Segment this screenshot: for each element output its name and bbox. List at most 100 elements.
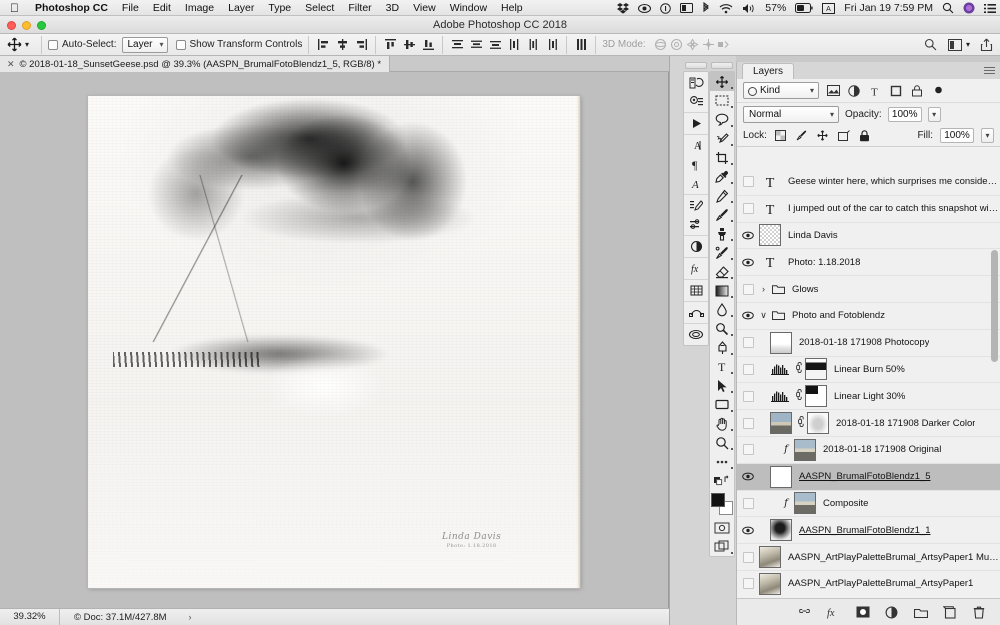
distribute-right-edges-icon[interactable] bbox=[544, 37, 560, 53]
distribute-left-edges-icon[interactable] bbox=[506, 37, 522, 53]
zoom-tool-icon[interactable] bbox=[710, 433, 734, 452]
fill-stepper-icon[interactable]: ▾ bbox=[981, 128, 994, 143]
lock-artboard-nesting-icon[interactable] bbox=[837, 129, 851, 143]
layers-scrollbar[interactable] bbox=[991, 174, 998, 625]
menu-filter[interactable]: Filter bbox=[341, 0, 378, 16]
layer-thumbnail[interactable] bbox=[770, 519, 792, 542]
layer-name[interactable]: AASPN_BrumalFotoBlendz1_1 bbox=[799, 525, 931, 536]
actions-icon[interactable] bbox=[684, 73, 708, 92]
layer-visibility-toggle[interactable] bbox=[737, 578, 759, 590]
layer-thumbnail-group[interactable] bbox=[770, 519, 792, 542]
creative-cloud-icon[interactable] bbox=[684, 325, 708, 344]
panel-menu-icon[interactable] bbox=[984, 65, 995, 74]
filter-pixel-icon[interactable] bbox=[826, 84, 840, 98]
layer-mask-thumbnail[interactable] bbox=[807, 412, 829, 435]
workspace-icon[interactable] bbox=[947, 37, 963, 53]
dodge-tool-icon[interactable] bbox=[710, 319, 734, 338]
layer-thumbnail[interactable] bbox=[770, 465, 792, 488]
layer-effects-icon[interactable]: f bbox=[781, 498, 791, 509]
layer-filter-kind-dropdown[interactable]: Kind bbox=[743, 82, 819, 99]
layer-row[interactable]: AASPN_BrumalFotoBlendz1_5 bbox=[737, 463, 1000, 491]
siri-icon[interactable] bbox=[963, 2, 975, 14]
quick-mask-icon[interactable] bbox=[710, 518, 734, 537]
add-layer-mask-icon[interactable] bbox=[855, 605, 870, 620]
blend-mode-dropdown[interactable]: Normal bbox=[743, 105, 839, 123]
dropbox-icon[interactable] bbox=[617, 2, 630, 14]
layer-row[interactable]: Linear Burn 50% bbox=[737, 357, 1000, 384]
menu-image[interactable]: Image bbox=[178, 0, 221, 16]
quick-selection-tool-icon[interactable] bbox=[710, 129, 734, 148]
panel-drag-handle[interactable] bbox=[685, 62, 707, 69]
lock-position-icon[interactable] bbox=[816, 129, 830, 143]
layer-thumbnail[interactable] bbox=[794, 438, 816, 461]
layer-mask-thumbnail[interactable] bbox=[805, 358, 827, 381]
blur-tool-icon[interactable] bbox=[710, 300, 734, 319]
layer-thumbnail[interactable] bbox=[770, 412, 792, 435]
layer-thumbnail-group[interactable] bbox=[770, 412, 829, 435]
layer-name[interactable]: AASPN_ArtPlayPaletteBrumal_ArtsyPaper1 bbox=[788, 578, 973, 589]
layer-name[interactable]: I jumped out of the car to catch this sn… bbox=[788, 203, 1000, 214]
filter-type-icon[interactable]: T bbox=[868, 84, 882, 98]
play-icon[interactable] bbox=[684, 114, 708, 133]
tool-preset-chevron-icon[interactable]: ▾ bbox=[25, 40, 29, 49]
tools-drag-handle[interactable] bbox=[711, 62, 733, 69]
layer-name[interactable]: Geese winter here, which surprises me co… bbox=[788, 176, 1000, 187]
layer-visibility-toggle[interactable] bbox=[737, 444, 759, 456]
auto-select-scope-dropdown[interactable]: Layer bbox=[121, 36, 168, 53]
layer-visibility-eye-icon[interactable] bbox=[737, 526, 759, 535]
align-bottom-edges-icon[interactable] bbox=[420, 37, 436, 53]
layer-thumbnail[interactable] bbox=[759, 546, 781, 569]
tab-layers[interactable]: Layers bbox=[742, 63, 795, 79]
type-tool-icon[interactable]: T bbox=[710, 357, 734, 376]
rectangle-tool-icon[interactable] bbox=[710, 395, 734, 414]
document-tab[interactable]: ✕ © 2018-01-18_SunsetGeese.psd @ 39.3% (… bbox=[0, 56, 391, 72]
foreground-color-swatch[interactable] bbox=[711, 493, 725, 507]
align-top-edges-icon[interactable] bbox=[382, 37, 398, 53]
layer-name[interactable]: Composite bbox=[823, 498, 868, 509]
opacity-stepper-icon[interactable]: ▾ bbox=[927, 106, 941, 122]
layer-visibility-toggle[interactable] bbox=[737, 551, 759, 563]
layer-name[interactable]: AASPN_ArtPlayPaletteBrumal_ArtsyPaper1 M… bbox=[788, 552, 1000, 563]
layer-row[interactable]: T Geese winter here, which surprises me c… bbox=[737, 169, 1000, 196]
lasso-tool-icon[interactable] bbox=[710, 110, 734, 129]
layer-row[interactable]: Linear Light 30% bbox=[737, 383, 1000, 411]
layer-thumbnail-group[interactable]: f bbox=[781, 438, 816, 461]
default-colors-icon[interactable] bbox=[710, 471, 734, 490]
layer-name[interactable]: 2018-01-18 171908 Original bbox=[823, 444, 941, 455]
layers-scrollbar-thumb[interactable] bbox=[991, 250, 998, 362]
layer-visibility-toggle[interactable] bbox=[737, 497, 759, 509]
layers-list[interactable]: T Geese winter here, which surprises me c… bbox=[737, 169, 1000, 597]
layer-thumbnail-group[interactable]: ∨ bbox=[759, 310, 785, 321]
layer-row[interactable]: ∨ Photo and Fotoblendz bbox=[737, 303, 1000, 330]
search-icon[interactable] bbox=[923, 37, 939, 53]
layer-visibility-eye-icon[interactable] bbox=[737, 311, 759, 320]
layer-name[interactable]: Photo and Fotoblendz bbox=[792, 310, 885, 321]
battery-icon[interactable] bbox=[795, 3, 813, 13]
distribute-top-edges-icon[interactable] bbox=[449, 37, 465, 53]
eyedropper-tool-icon[interactable] bbox=[710, 167, 734, 186]
layer-visibility-eye-icon[interactable] bbox=[737, 258, 759, 267]
menu-file[interactable]: File bbox=[115, 0, 146, 16]
new-adjustment-layer-icon[interactable] bbox=[884, 605, 899, 620]
add-layer-style-icon[interactable]: fx bbox=[826, 605, 841, 620]
layer-row[interactable]: T Photo: 1.18.2018 bbox=[737, 249, 1000, 277]
align-left-edges-icon[interactable] bbox=[315, 37, 331, 53]
spotlight-search-icon[interactable] bbox=[942, 2, 954, 14]
fill-value[interactable]: 100% bbox=[940, 128, 974, 143]
levels-adjustment-icon[interactable] bbox=[770, 387, 790, 405]
link-layers-icon[interactable] bbox=[797, 605, 812, 620]
filter-smartobject-icon[interactable] bbox=[910, 84, 924, 98]
layer-thumbnail-group[interactable]: › bbox=[759, 284, 785, 295]
menu-3d[interactable]: 3D bbox=[379, 0, 406, 16]
link-mask-icon[interactable] bbox=[793, 362, 802, 376]
move-tool-icon[interactable] bbox=[6, 37, 22, 53]
layer-visibility-toggle[interactable] bbox=[737, 337, 759, 349]
info-icon[interactable] bbox=[660, 2, 672, 14]
layer-name[interactable]: Linear Light 30% bbox=[834, 391, 905, 402]
levels-adjustment-icon[interactable] bbox=[770, 360, 790, 378]
layer-thumbnail[interactable] bbox=[770, 331, 792, 354]
hand-tool-icon[interactable] bbox=[710, 414, 734, 433]
pen-tool-icon[interactable] bbox=[710, 338, 734, 357]
layer-name[interactable]: Linda Davis bbox=[788, 230, 838, 241]
layer-name[interactable]: Photo: 1.18.2018 bbox=[788, 257, 860, 268]
